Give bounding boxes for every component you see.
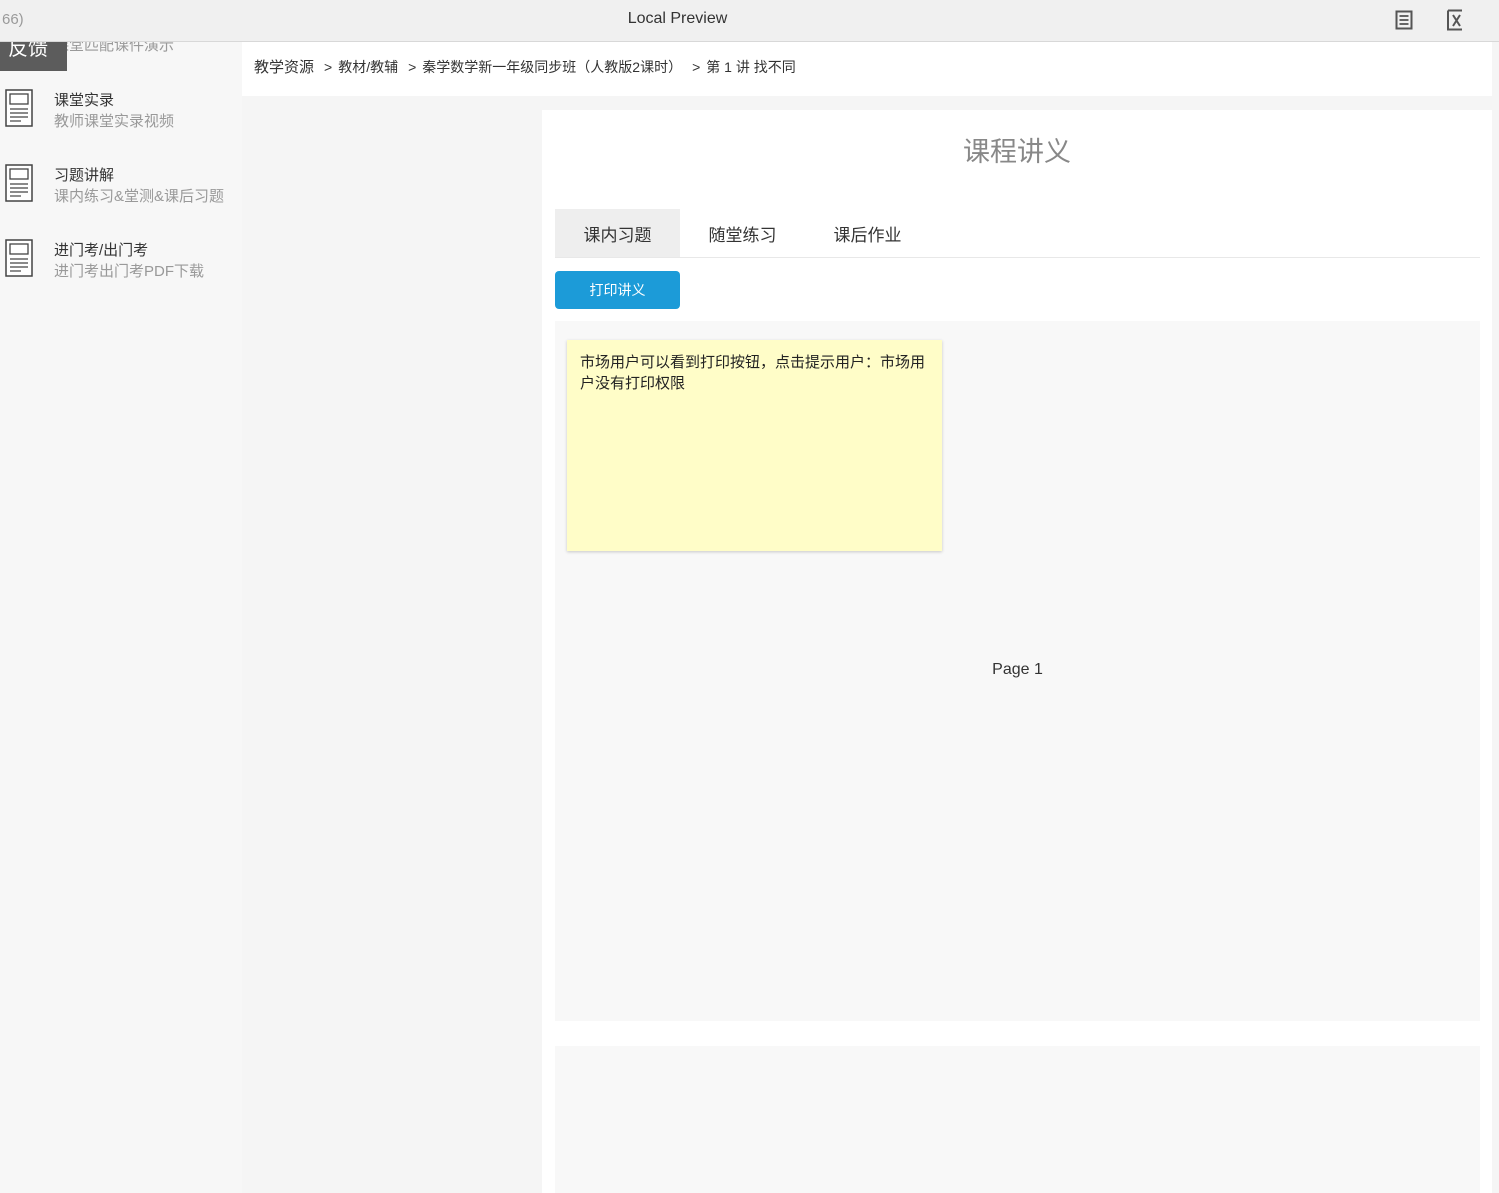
sidebar-item-entry-exit-exam[interactable]: 进门考/出门考 进门考出门考PDF下载 — [0, 239, 242, 289]
main-panel: 课程讲义 课内习题 随堂练习 课后作业 打印讲义 市场用户可以看到打印按钮，点击… — [542, 110, 1492, 1193]
tab-bar: 课内习题 随堂练习 课后作业 — [555, 209, 1480, 258]
document-icon — [5, 164, 33, 202]
breadcrumb-separator: > — [692, 59, 701, 75]
breadcrumb-bar: 教学资源 > 教材/教辅 > 秦学数学新一年级同步班（人教版2课时） > 第 1 讲 找不同 — [242, 42, 1492, 96]
tab-classroom-practice[interactable]: 随堂练习 — [680, 209, 805, 257]
document-icon — [5, 239, 33, 277]
sidebar-item-title: 习题讲解 — [54, 167, 115, 184]
document-page: 市场用户可以看到打印按钮，点击提示用户：市场用户没有打印权限 Page 1 — [555, 321, 1480, 1021]
breadcrumb: 教学资源 > 教材/教辅 > 秦学数学新一年级同步班（人教版2课时） > 第 1 讲 找不同 — [254, 56, 796, 77]
sidebar-item-desc: 进门考出门考PDF下载 — [54, 263, 205, 280]
sidebar-item-title: 课堂实录 — [54, 92, 115, 109]
print-handout-button[interactable]: 打印讲义 — [555, 271, 680, 309]
page-number-label: Page 1 — [992, 661, 1043, 678]
sidebar — [0, 42, 242, 1193]
tab-homework[interactable]: 课后作业 — [805, 209, 930, 257]
middle-panel — [242, 110, 542, 1193]
sidebar-item-desc-partial: 课堂匹配课件演示 — [54, 42, 175, 54]
notes-icon[interactable] — [1393, 8, 1415, 32]
sidebar-item-desc: 课内练习&堂测&课后习题 — [54, 188, 225, 205]
breadcrumb-item-course[interactable]: 秦学数学新一年级同步班（人教版2课时） — [422, 59, 682, 75]
variables-icon[interactable] — [1444, 8, 1466, 32]
breadcrumb-item-lesson: 第 1 讲 找不同 — [706, 59, 796, 75]
breadcrumb-item-textbooks[interactable]: 教材/教辅 — [338, 59, 398, 75]
feedback-button[interactable]: 反馈 — [0, 42, 67, 71]
sidebar-item-title: 进门考/出门考 — [54, 242, 149, 259]
tab-in-class-exercises[interactable]: 课内习题 — [555, 209, 680, 257]
sticky-note: 市场用户可以看到打印按钮，点击提示用户：市场用户没有打印权限 — [567, 340, 942, 551]
breadcrumb-separator: > — [408, 59, 417, 75]
window-title: Local Preview — [627, 10, 728, 27]
sidebar-item-classroom-record[interactable]: 课堂实录 教师课堂实录视频 — [0, 89, 242, 139]
page-title: 课程讲义 — [963, 137, 1071, 167]
sidebar-item-exercise-explanation[interactable]: 习题讲解 课内练习&堂测&课后习题 — [0, 164, 242, 214]
breadcrumb-separator: > — [324, 59, 333, 75]
document-icon — [5, 89, 33, 127]
breadcrumb-item-teaching-resources[interactable]: 教学资源 — [254, 59, 314, 76]
title-bar: 66) Local Preview — [0, 0, 1499, 42]
document-page-next — [555, 1046, 1480, 1193]
sidebar-item-desc: 教师课堂实录视频 — [54, 113, 175, 130]
